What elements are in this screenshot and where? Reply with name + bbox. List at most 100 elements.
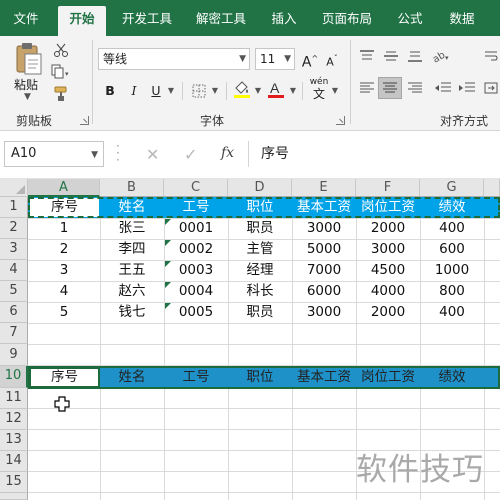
row-header-16[interactable] xyxy=(0,493,28,500)
table-cell[interactable]: 2000 xyxy=(356,302,420,323)
row-header-3[interactable]: 3 xyxy=(0,239,28,260)
clipboard-launcher-icon[interactable] xyxy=(80,116,89,125)
cancel-edit-button[interactable]: ✕ xyxy=(146,145,159,164)
table-cell[interactable]: 职员 xyxy=(228,218,292,239)
table-cell[interactable]: 0003 xyxy=(164,260,228,281)
table-cell[interactable]: 7000 xyxy=(292,260,356,281)
name-box[interactable]: A10 ▼ xyxy=(4,141,104,167)
table-cell[interactable]: 职员 xyxy=(228,302,292,323)
font-launcher-icon[interactable] xyxy=(336,116,345,125)
copy-icon[interactable]: ▾ xyxy=(50,62,72,82)
table-header-cell[interactable]: 职位 xyxy=(228,367,292,388)
column-header-e[interactable]: E xyxy=(292,179,356,197)
formula-input[interactable]: 序号 xyxy=(248,141,500,167)
format-painter-icon[interactable] xyxy=(50,84,72,104)
border-icon[interactable] xyxy=(188,81,210,101)
tab-developer[interactable]: 开发工具 xyxy=(114,6,180,36)
resize-handle-icon[interactable]: · · · xyxy=(116,140,120,166)
table-header-cell[interactable]: 绩效 xyxy=(420,367,484,388)
table-cell[interactable]: 4 xyxy=(28,281,100,302)
column-header-f[interactable]: F xyxy=(356,179,420,197)
underline-button[interactable]: U xyxy=(146,80,166,102)
tab-file[interactable]: 文件 xyxy=(4,6,48,36)
table-cell[interactable]: 王五 xyxy=(100,260,164,281)
tab-page-layout[interactable]: 页面布局 xyxy=(314,6,380,36)
align-left-icon[interactable] xyxy=(356,78,378,98)
font-size-select[interactable]: 11 ▼ xyxy=(255,48,295,70)
phonetic-dropdown-icon[interactable]: ▼ xyxy=(330,80,340,102)
table-cell[interactable]: 主管 xyxy=(228,239,292,260)
table-cell[interactable]: 0002 xyxy=(164,239,228,260)
align-middle-icon[interactable] xyxy=(380,46,402,66)
table-header-cell[interactable]: 基本工资 xyxy=(292,367,356,388)
error-indicator-icon[interactable] xyxy=(165,282,171,288)
align-bottom-icon[interactable] xyxy=(404,46,426,66)
row-header-13[interactable]: 13 xyxy=(0,430,28,451)
align-right-icon[interactable] xyxy=(404,78,426,98)
paste-icon[interactable] xyxy=(14,42,44,76)
text-orientation-icon[interactable]: ab ▾ xyxy=(430,46,452,66)
table-header-cell[interactable]: 岗位工资 xyxy=(356,367,420,388)
error-indicator-icon[interactable] xyxy=(165,219,171,225)
bold-button[interactable]: B xyxy=(100,80,120,102)
table-cell[interactable]: 0004 xyxy=(164,281,228,302)
align-top-icon[interactable] xyxy=(356,46,378,66)
font-name-select[interactable]: 等线 ▼ xyxy=(98,48,250,70)
border-dropdown-icon[interactable]: ▼ xyxy=(210,80,220,102)
decrease-indent-icon[interactable] xyxy=(432,78,454,98)
row-header-2[interactable]: 2 xyxy=(0,218,28,239)
tab-decrypt-tools[interactable]: 解密工具 xyxy=(188,6,254,36)
decrease-font-size-button[interactable]: Aˇ xyxy=(322,48,342,70)
table-header-cell[interactable]: 姓名 xyxy=(100,367,164,388)
error-indicator-icon[interactable] xyxy=(165,303,171,309)
underline-dropdown-icon[interactable]: ▼ xyxy=(166,80,176,102)
table-cell[interactable]: 3000 xyxy=(292,218,356,239)
row-header-4[interactable]: 4 xyxy=(0,260,28,281)
table-cell[interactable]: 1000 xyxy=(420,260,484,281)
font-color-dropdown-icon[interactable]: ▼ xyxy=(288,80,298,102)
error-indicator-icon[interactable] xyxy=(165,240,171,246)
table-cell[interactable]: 经理 xyxy=(228,260,292,281)
table-cell[interactable]: 1 xyxy=(28,218,100,239)
table-cell[interactable]: 3 xyxy=(28,260,100,281)
table-cell[interactable]: 科长 xyxy=(228,281,292,302)
row-header-9[interactable]: 9 xyxy=(0,345,28,366)
column-header-g[interactable]: G xyxy=(420,179,484,197)
column-header-b[interactable]: B xyxy=(100,179,164,197)
row-header-10[interactable]: 10 xyxy=(0,366,28,388)
column-header-c[interactable]: C xyxy=(164,179,228,197)
insert-function-button[interactable]: fx xyxy=(221,145,234,161)
increase-indent-icon[interactable] xyxy=(456,78,478,98)
table-cell[interactable]: 张三 xyxy=(100,218,164,239)
merge-center-icon[interactable] xyxy=(482,78,500,98)
row-header-14[interactable]: 14 xyxy=(0,451,28,472)
cut-icon[interactable] xyxy=(50,40,72,60)
tab-data[interactable]: 数据 xyxy=(440,6,484,36)
table-cell[interactable]: 600 xyxy=(420,239,484,260)
align-center-icon[interactable] xyxy=(378,77,402,99)
table-cell[interactable]: 0001 xyxy=(164,218,228,239)
fill-color-icon[interactable] xyxy=(231,79,253,99)
table-cell[interactable]: 钱七 xyxy=(100,302,164,323)
row-header-7[interactable]: 7 xyxy=(0,323,28,344)
row-header-6[interactable]: 6 xyxy=(0,302,28,323)
table-cell[interactable]: 李四 xyxy=(100,239,164,260)
font-color-icon[interactable]: A xyxy=(265,79,287,99)
tab-home[interactable]: 开始 xyxy=(58,6,106,36)
row-header-15[interactable]: 15 xyxy=(0,472,28,493)
italic-button[interactable]: I xyxy=(124,80,144,102)
table-cell[interactable]: 3000 xyxy=(292,302,356,323)
table-cell[interactable]: 800 xyxy=(420,281,484,302)
table-cell[interactable]: 400 xyxy=(420,302,484,323)
increase-font-size-button[interactable]: A^ xyxy=(300,48,320,71)
table-cell[interactable]: 3000 xyxy=(356,239,420,260)
row-header-5[interactable]: 5 xyxy=(0,281,28,302)
paste-button-label[interactable]: 粘贴 xyxy=(14,76,38,93)
column-header-d[interactable]: D xyxy=(228,179,292,197)
tab-insert[interactable]: 插入 xyxy=(262,6,306,36)
row-header-1[interactable]: 1 xyxy=(0,197,28,218)
table-cell[interactable]: 4000 xyxy=(356,281,420,302)
table-cell[interactable]: 5000 xyxy=(292,239,356,260)
table-cell[interactable]: 4500 xyxy=(356,260,420,281)
phonetic-guide-button[interactable]: wén 文 xyxy=(308,76,330,100)
